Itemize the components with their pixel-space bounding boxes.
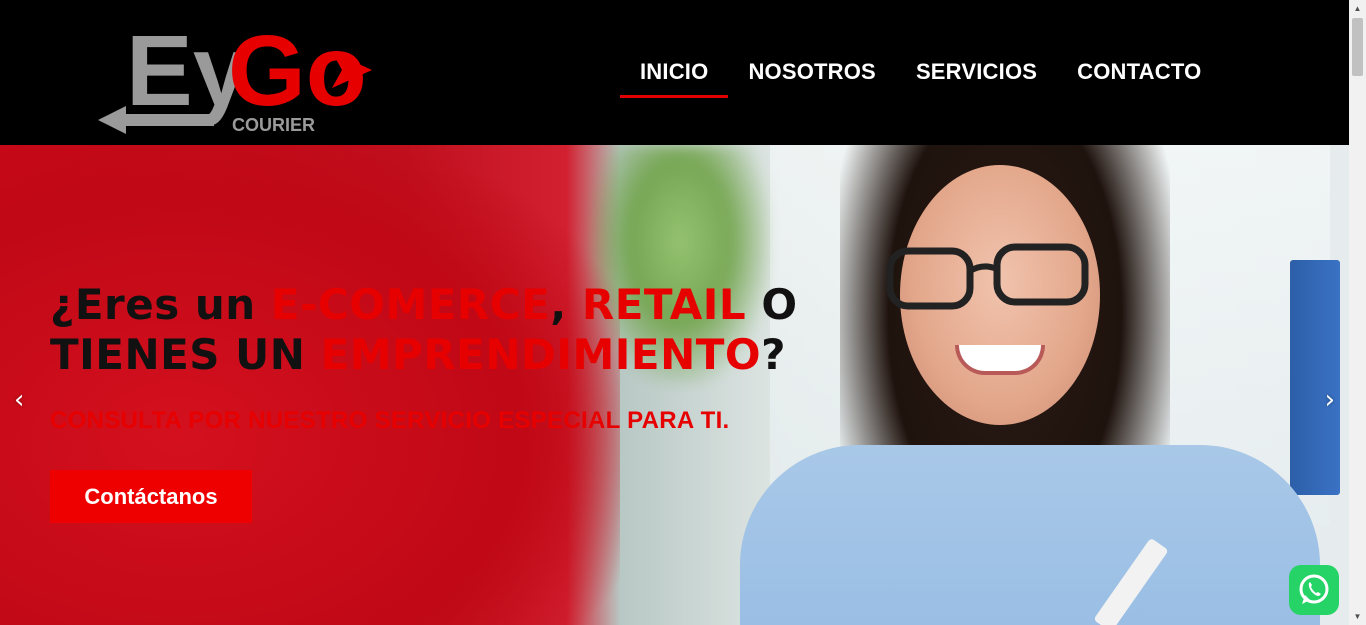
man-in-red-shirt: [0, 145, 620, 625]
eygo-courier-logo[interactable]: Ey Go COURIER: [96, 10, 376, 135]
logo-graphic: Ey Go COURIER: [98, 15, 372, 135]
slider-prev-arrow-icon[interactable]: ‹: [14, 385, 24, 415]
headline-text-1: ¿Eres un: [50, 280, 271, 329]
scrollbar-thumb[interactable]: [1352, 18, 1363, 76]
whatsapp-icon: [1299, 574, 1329, 604]
nav-item-nosotros[interactable]: NOSOTROS: [728, 58, 896, 98]
scroll-up-icon[interactable]: ▲: [1349, 0, 1366, 17]
main-nav: INICIO NOSOTROS SERVICIOS CONTACTO: [620, 58, 1221, 98]
hero-slider: ¿Eres un E-COMERCE, RETAIL O TIENES UN E…: [0, 145, 1349, 625]
headline-emprendimiento: EMPRENDIMIENTO: [320, 330, 762, 379]
slider-next-arrow-icon[interactable]: ›: [1325, 385, 1335, 415]
site-header: Ey Go COURIER INICIO NOSOTROS SERVICIOS …: [0, 0, 1349, 145]
woman-blue-shirt: [740, 445, 1320, 625]
page-scrollbar[interactable]: ▲ ▼: [1349, 0, 1366, 625]
headline-retail: RETAIL: [581, 280, 747, 329]
background-binder: [1290, 260, 1340, 495]
headline-text-2: ,: [550, 280, 582, 329]
hero-headline: ¿Eres un E-COMERCE, RETAIL O TIENES UN E…: [50, 280, 950, 380]
contact-button[interactable]: Contáctanos: [50, 470, 252, 523]
nav-item-servicios[interactable]: SERVICIOS: [896, 58, 1057, 98]
scroll-down-icon[interactable]: ▼: [1349, 608, 1366, 625]
headline-ecommerce: E-COMERCE: [270, 280, 551, 329]
hero-subline: CONSULTA POR NUESTRO SERVICIO ESPECIAL P…: [50, 407, 730, 434]
logo-subtitle: COURIER: [232, 115, 315, 135]
headline-text-4: ?: [761, 330, 786, 379]
whatsapp-button[interactable]: [1289, 565, 1339, 615]
nav-item-inicio[interactable]: INICIO: [620, 58, 729, 98]
nav-item-contacto[interactable]: CONTACTO: [1057, 58, 1221, 98]
